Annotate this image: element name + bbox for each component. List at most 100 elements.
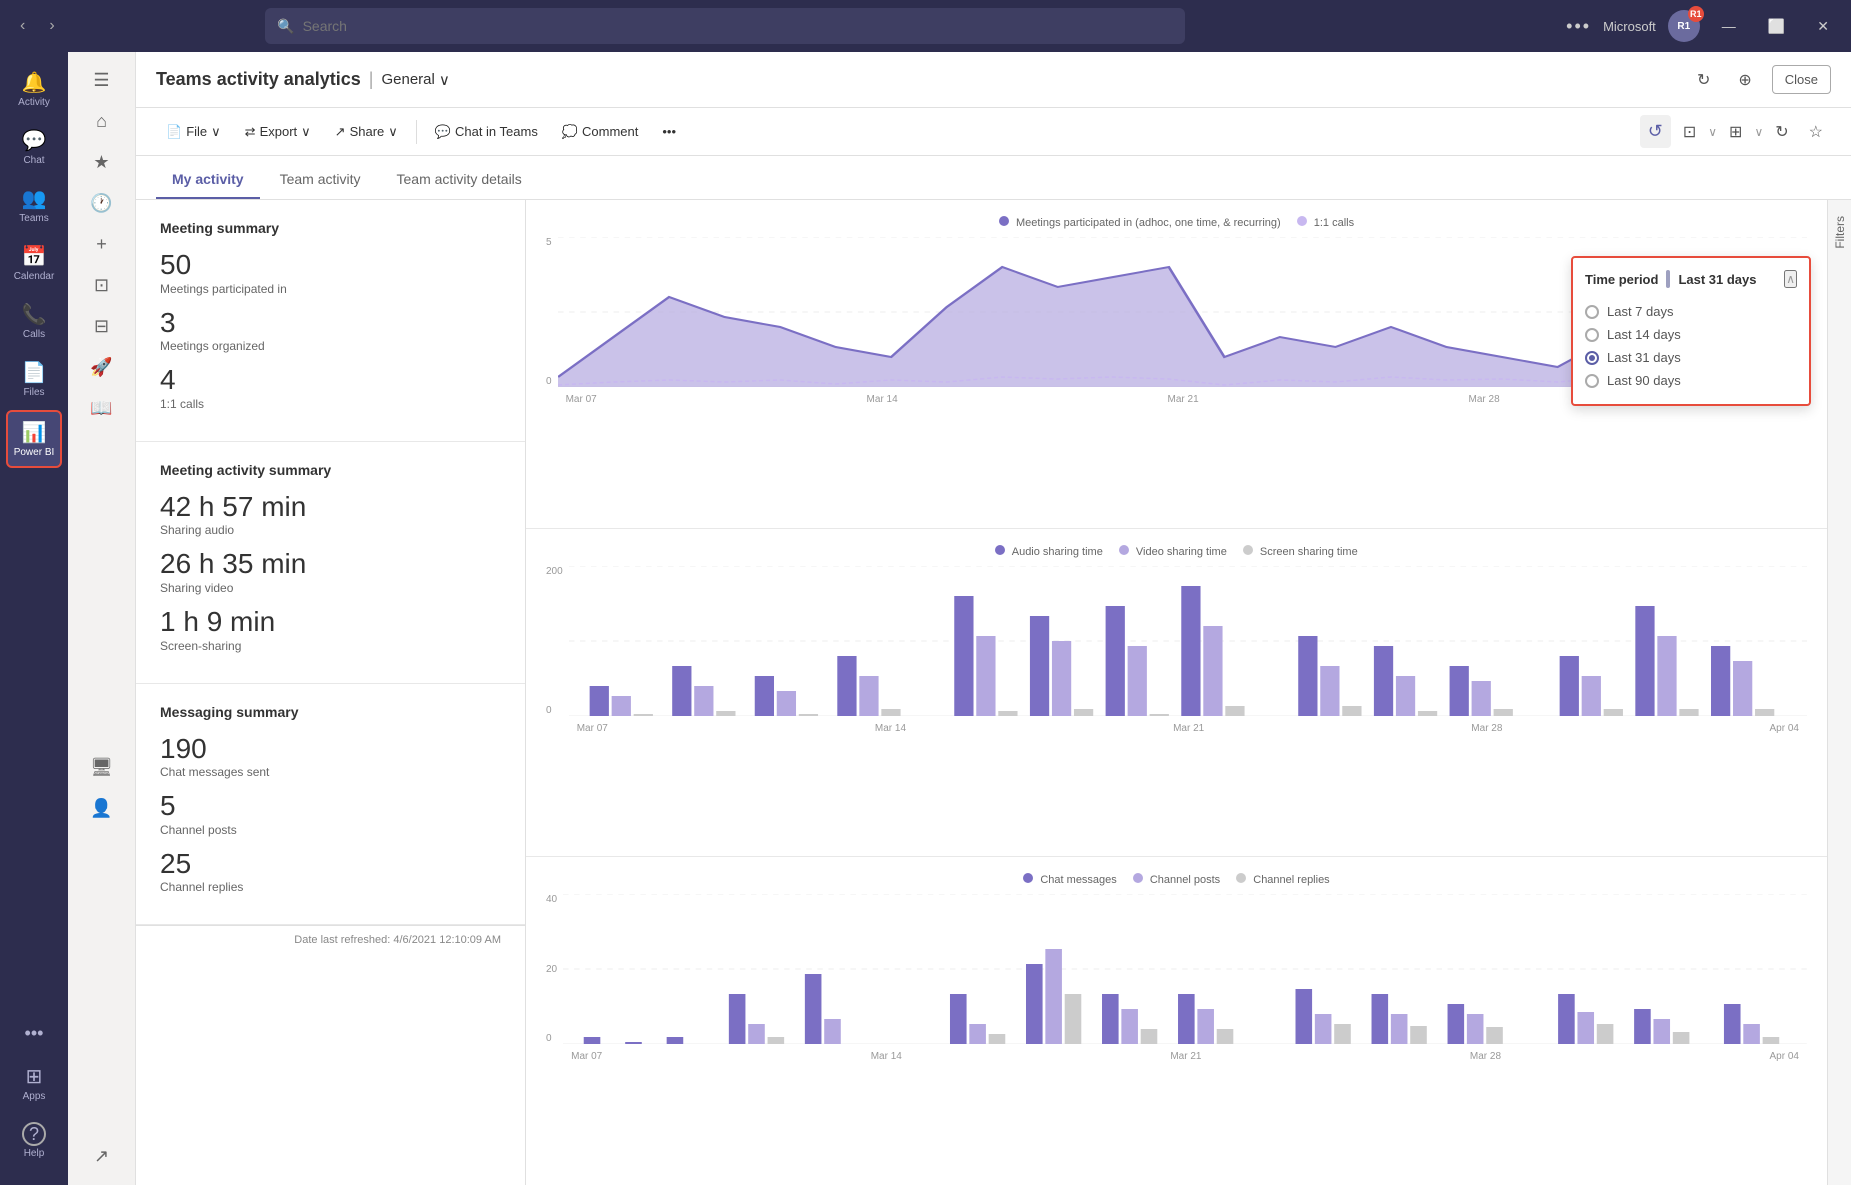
bookmark-chevron: ∨ [1708,125,1717,139]
add-icon: + [96,234,107,255]
time-period-toggle[interactable]: ∧ [1784,270,1797,288]
search-bar[interactable]: 🔍 [265,8,1185,44]
sidebar-item-calendar[interactable]: 📅 Calendar [0,236,68,290]
close-report-button[interactable]: Close [1772,65,1831,94]
second-sidebar-arrow[interactable]: ↗ [68,1136,135,1177]
more-icon: ••• [25,1023,44,1044]
video-label: Sharing video [160,581,501,595]
left-sidebar: 🔔 Activity 💬 Chat 👥 Teams 📅 Calendar 📞 C… [0,52,68,1185]
second-sidebar-recent[interactable]: 🕐 [68,183,135,224]
arrow-icon: ↗ [94,1146,109,1167]
search-input[interactable] [303,18,1174,34]
minimize-button[interactable]: — [1712,14,1746,38]
avatar-badge: R1 [1677,21,1690,32]
option-7days[interactable]: Last 7 days [1585,300,1797,323]
filters-panel[interactable]: Filters [1827,200,1851,1185]
refresh-view-button[interactable]: ↻ [1767,116,1796,148]
messaging-section: Messaging summary 190 Chat messages sent… [136,684,525,926]
second-sidebar-monitor[interactable]: 🖥 [68,737,135,788]
second-sidebar-person[interactable]: 👤 [68,788,135,829]
second-sidebar-favorite[interactable]: ★ [68,142,135,183]
legend-audio: Audio sharing time [995,545,1103,558]
tab-team-activity[interactable]: Team activity [264,161,377,199]
bookmark-button[interactable]: ⊡ [1675,116,1704,148]
globe-button[interactable]: ⊕ [1730,64,1759,96]
second-sidebar-book[interactable]: 📖 [68,388,135,429]
back-button[interactable]: ‹ [12,13,33,39]
meetings-label: Meetings participated in [160,282,501,296]
general-dropdown-button[interactable]: General ∨ [381,71,449,89]
file-button[interactable]: 📄 File ∨ [156,118,231,146]
layout-chevron: ∨ [1754,125,1763,139]
sidebar-item-apps[interactable]: ⊞ Apps [18,1056,50,1110]
calls-count: 4 [160,363,501,397]
more-options-button[interactable]: ••• [1566,16,1591,37]
teams-icon: 👥 [22,186,47,211]
sidebar-item-files[interactable]: 📄 Files [0,352,68,406]
second-sidebar-home[interactable]: ⌂ [68,101,135,142]
star-report-button[interactable]: ☆ [1801,116,1831,148]
tab-team-activity-details[interactable]: Team activity details [381,161,538,199]
restore-button[interactable]: ⬜ [1758,14,1795,39]
radio-31days-dot [1589,355,1595,361]
file-label: File [186,124,207,139]
powerbi-label: Power BI [14,447,55,458]
chat-msg-legend-dot [1023,873,1033,883]
comment-button[interactable]: 💭 Comment [552,118,649,146]
posts-count: 5 [160,789,501,823]
screen-label: Screen-sharing [160,639,501,653]
forward-button[interactable]: › [41,13,62,39]
calls-icon: 📞 [22,302,47,327]
sidebar-item-teams[interactable]: 👥 Teams [0,178,68,232]
refresh-button[interactable]: ↻ [1689,64,1718,96]
comment-icon: 💭 [562,124,578,140]
board-icon: ⊟ [94,316,109,337]
expand-icon: ☰ [93,70,109,91]
label-14days: Last 14 days [1607,327,1681,342]
rocket-icon: 🚀 [90,357,112,378]
calendar-label: Calendar [14,271,55,282]
second-sidebar-rocket[interactable]: 🚀 [68,347,135,388]
content-area: Teams activity analytics | General ∨ ↻ ⊕… [136,52,1851,1185]
avatar[interactable]: R1 R1 [1668,10,1700,42]
activity-chart-legend: Audio sharing time Video sharing time Sc… [546,545,1807,558]
book-icon: 📖 [90,398,112,419]
toolbar-more-button[interactable]: ••• [652,118,686,145]
undo-button[interactable]: ↺ [1640,115,1671,148]
sidebar-item-calls[interactable]: 📞 Calls [0,294,68,348]
file-icon: 📄 [166,124,182,140]
general-chevron: ∨ [439,71,450,89]
second-sidebar-db[interactable]: ⊡ [68,265,135,306]
close-window-button[interactable]: ✕ [1807,14,1839,39]
files-icon: 📄 [22,360,47,385]
notification-badge: R1 [1688,6,1704,22]
meetings-legend-dot [999,216,1009,226]
sidebar-item-help[interactable]: ? Help [18,1114,50,1167]
share-button[interactable]: ↗ Share ∨ [325,118,408,146]
sidebar-item-more[interactable]: ••• [18,1015,50,1052]
chat-in-teams-button[interactable]: 💬 Chat in Teams [425,118,548,146]
tab-my-activity[interactable]: My activity [156,161,260,199]
apps-label: Apps [23,1091,46,1102]
second-sidebar-expand[interactable]: ☰ [68,60,135,101]
toolbar-right: ↺ ⊡ ∨ ⊞ ∨ ↻ ☆ [1640,115,1831,148]
chat-label: Chat [23,155,44,166]
search-icon: 🔍 [277,18,294,35]
sidebar-item-powerbi[interactable]: 📊 Power BI [6,410,62,468]
layout-button[interactable]: ⊞ [1721,116,1750,148]
screen-time: 1 h 9 min [160,605,501,639]
activity-icon: 🔔 [22,70,47,95]
option-31days[interactable]: Last 31 days [1585,346,1797,369]
top-bar-right: ↻ ⊕ Close [1689,64,1831,96]
second-sidebar-add[interactable]: + [68,224,135,265]
main-content: Meeting summary 50 Meetings participated… [136,200,1851,1185]
second-sidebar-board[interactable]: ⊟ [68,306,135,347]
sidebar-item-activity[interactable]: 🔔 Activity [0,62,68,116]
top-bar: Teams activity analytics | General ∨ ↻ ⊕… [136,52,1851,108]
option-90days[interactable]: Last 90 days [1585,369,1797,392]
sidebar-item-chat[interactable]: 💬 Chat [0,120,68,174]
file-chevron: ∨ [211,124,221,140]
time-period-dropdown: Time period Last 31 days ∧ Last 7 days L… [1571,256,1811,406]
export-button[interactable]: ⇄ Export ∨ [235,118,321,146]
option-14days[interactable]: Last 14 days [1585,323,1797,346]
